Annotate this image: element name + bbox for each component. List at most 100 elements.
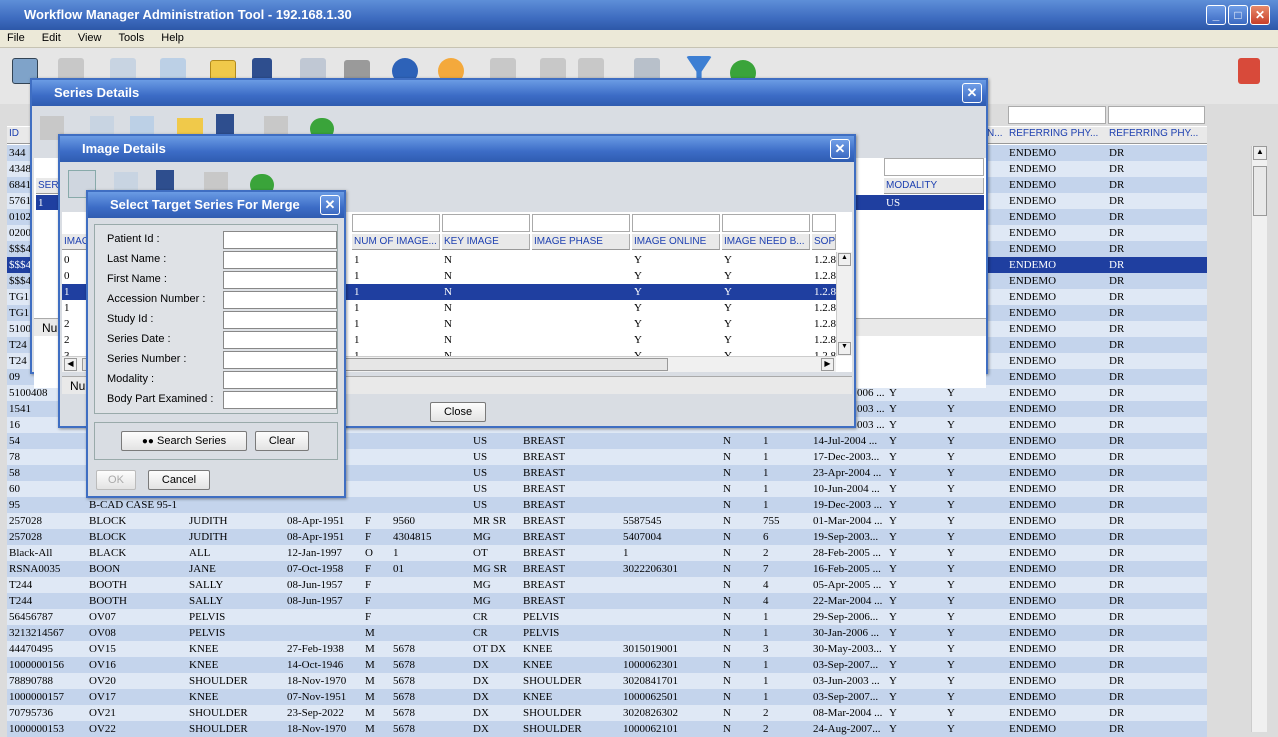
scroll-left-arrow[interactable]: ◀ xyxy=(64,358,77,371)
table-vertical-scrollbar[interactable]: ▲ xyxy=(1251,146,1267,732)
table-row[interactable]: 78890788 OV20 SHOULDER 18-Nov-1970 M 5678 DX SH… xyxy=(7,673,1207,689)
table-cell: PELVIS xyxy=(523,627,560,639)
image-cell: 1 xyxy=(354,318,360,330)
table-cell: ENDEMO xyxy=(1009,627,1057,639)
menu-help[interactable]: Help xyxy=(154,30,191,47)
table-cell: 05-Apr-2005 ... xyxy=(813,579,882,591)
search-field-input[interactable] xyxy=(223,311,337,329)
image-col-header[interactable]: IMAG xyxy=(62,234,88,250)
merge-dialog-close-button[interactable]: ✕ xyxy=(320,195,340,215)
table-row[interactable]: 70795736 OV21 SHOULDER 23-Sep-2022 M 5678 DX SH… xyxy=(7,705,1207,721)
table-cell: ENDEMO xyxy=(1009,467,1057,479)
table-cell: 3022206301 xyxy=(623,563,678,575)
table-row[interactable]: T244 BOOTH SALLY 08-Jun-1957 F MG BREAST N 4 05-A… xyxy=(7,577,1207,593)
table-row[interactable]: Black-All BLACK ALL 12-Jan-1997 O 1 OT BREAST 1 N… xyxy=(7,545,1207,561)
search-series-button[interactable]: ●● Search Series xyxy=(121,431,247,451)
search-field-input[interactable] xyxy=(223,231,337,249)
cell-ref-phys-2: DR xyxy=(1109,227,1125,239)
table-cell: Y xyxy=(889,595,897,607)
scroll-right-arrow[interactable]: ▶ xyxy=(821,358,834,371)
image-cell: 1.2.8 xyxy=(814,270,836,282)
table-row[interactable]: 3213214567 OV08 PELVIS M CR PELVIS N 1 30-Jan-20… xyxy=(7,625,1207,641)
table-row[interactable]: 56456787 OV07 PELVIS F CR PELVIS N 1 29-Sep-2006… xyxy=(7,609,1207,625)
exit-icon[interactable] xyxy=(1238,58,1260,84)
filter-image-online[interactable] xyxy=(632,214,720,232)
image-col-header[interactable]: KEY IMAGE xyxy=(442,234,530,250)
filter-num-images[interactable] xyxy=(352,214,440,232)
filter-modality[interactable] xyxy=(884,158,984,176)
ok-button[interactable]: OK xyxy=(96,470,136,490)
search-field-input[interactable] xyxy=(223,331,337,349)
table-cell: ALL xyxy=(189,547,211,559)
table-cell: B-CAD CASE 95-1 xyxy=(89,499,178,511)
scroll-thumb[interactable] xyxy=(1253,166,1267,216)
maximize-button[interactable]: □ xyxy=(1228,5,1248,25)
close-button[interactable]: Close xyxy=(430,402,486,422)
col-ref-phys-1[interactable]: REFERRING PHY... xyxy=(1009,128,1098,139)
filter-key-image[interactable] xyxy=(442,214,530,232)
search-field-input[interactable] xyxy=(223,371,337,389)
table-cell: PELVIS xyxy=(189,611,226,623)
table-row[interactable]: 1000000156 OV16 KNEE 14-Oct-1946 M 5678 DX KNEE… xyxy=(7,657,1207,673)
col-id[interactable]: ID xyxy=(9,128,19,139)
table-cell: DX xyxy=(473,659,489,671)
table-cell: 01-Mar-2004 ... xyxy=(813,515,883,527)
search-field-input[interactable] xyxy=(223,251,337,269)
table-cell: 3020826302 xyxy=(623,707,678,719)
table-row[interactable]: 257028 BLOCK JUDITH 08-Apr-1951 F 9560 MR SR BR… xyxy=(7,513,1207,529)
table-row[interactable]: 257028 BLOCK JUDITH 08-Apr-1951 F 4304815 MG BR… xyxy=(7,529,1207,545)
minimize-button[interactable]: _ xyxy=(1206,5,1226,25)
table-row[interactable]: RSNA0035 BOON JANE 07-Oct-1958 F 01 MG SR BREAS… xyxy=(7,561,1207,577)
table-cell: DX xyxy=(473,691,489,703)
image-details-close-button[interactable]: ✕ xyxy=(830,139,850,159)
table-cell: OV16 xyxy=(89,659,116,671)
table-row[interactable]: 1000000153 OV22 SHOULDER 18-Nov-1970 M 5678 DX… xyxy=(7,721,1207,737)
filter-image-phase[interactable] xyxy=(532,214,630,232)
table-cell: 60 xyxy=(9,483,20,495)
table-row[interactable]: 95 B-CAD CASE 95-1 US BREAST N 1 19-Dec-2003 .… xyxy=(7,497,1207,513)
filter-ref-phys-1[interactable] xyxy=(1008,106,1106,124)
image-table-vscroll[interactable]: ▲ ▼ xyxy=(836,252,852,356)
search-field-input[interactable] xyxy=(223,271,337,289)
cancel-button[interactable]: Cancel xyxy=(148,470,210,490)
image-col-header[interactable]: IMAGE ONLINE xyxy=(632,234,720,250)
table-cell: ENDEMO xyxy=(1009,659,1057,671)
scroll-down-arrow[interactable]: ▼ xyxy=(838,342,851,355)
filter-image-need[interactable] xyxy=(722,214,810,232)
search-field-input[interactable] xyxy=(223,391,337,409)
image-col-header[interactable]: IMAGE NEED B... xyxy=(722,234,810,250)
scroll-up-arrow[interactable]: ▲ xyxy=(1253,146,1267,160)
search-field-input[interactable] xyxy=(223,351,337,369)
filter-ref-phys-2[interactable] xyxy=(1108,106,1205,124)
image-col-header[interactable]: SOP xyxy=(812,234,836,250)
cell-ref-phys-1: ENDEMO xyxy=(1009,355,1057,367)
scroll-up-arrow[interactable]: ▲ xyxy=(838,253,851,266)
table-cell: 1 xyxy=(763,627,769,639)
image-col-header[interactable]: NUM OF IMAGE... xyxy=(352,234,440,250)
cell-ref-phys-1: ENDEMO xyxy=(1009,227,1057,239)
filter-sop[interactable] xyxy=(812,214,836,232)
menu-tools[interactable]: Tools xyxy=(112,30,152,47)
table-cell: DX xyxy=(473,675,489,687)
close-window-button[interactable]: ✕ xyxy=(1250,5,1270,25)
clear-button[interactable]: Clear xyxy=(255,431,309,451)
table-row[interactable]: 44470495 OV15 KNEE 27-Feb-1938 M 5678 OT DX KNE… xyxy=(7,641,1207,657)
image-cell: N xyxy=(444,270,452,282)
series-details-close-button[interactable]: ✕ xyxy=(962,83,982,103)
image-col-header[interactable]: IMAGE PHASE xyxy=(532,234,630,250)
image-cell: 1 xyxy=(64,302,70,314)
table-cell: 58 xyxy=(9,467,20,479)
table-row[interactable]: T244 BOOTH SALLY 08-Jun-1957 F MG BREAST N 4 22-M… xyxy=(7,593,1207,609)
table-cell: DR xyxy=(1109,499,1125,511)
menu-file[interactable]: File xyxy=(0,30,32,47)
col-ref-phys-2[interactable]: REFERRING PHY... xyxy=(1109,128,1198,139)
col-n[interactable]: N... xyxy=(987,128,1003,139)
table-cell: BREAST xyxy=(523,547,566,559)
search-field-input[interactable] xyxy=(223,291,337,309)
menu-view[interactable]: View xyxy=(71,30,109,47)
menu-edit[interactable]: Edit xyxy=(35,30,68,47)
table-cell: N xyxy=(723,643,731,655)
table-cell: Y xyxy=(889,707,897,719)
table-row[interactable]: 1000000157 OV17 KNEE 07-Nov-1951 M 5678 DX KNEE… xyxy=(7,689,1207,705)
col-modality[interactable]: MODALITY xyxy=(884,178,984,194)
